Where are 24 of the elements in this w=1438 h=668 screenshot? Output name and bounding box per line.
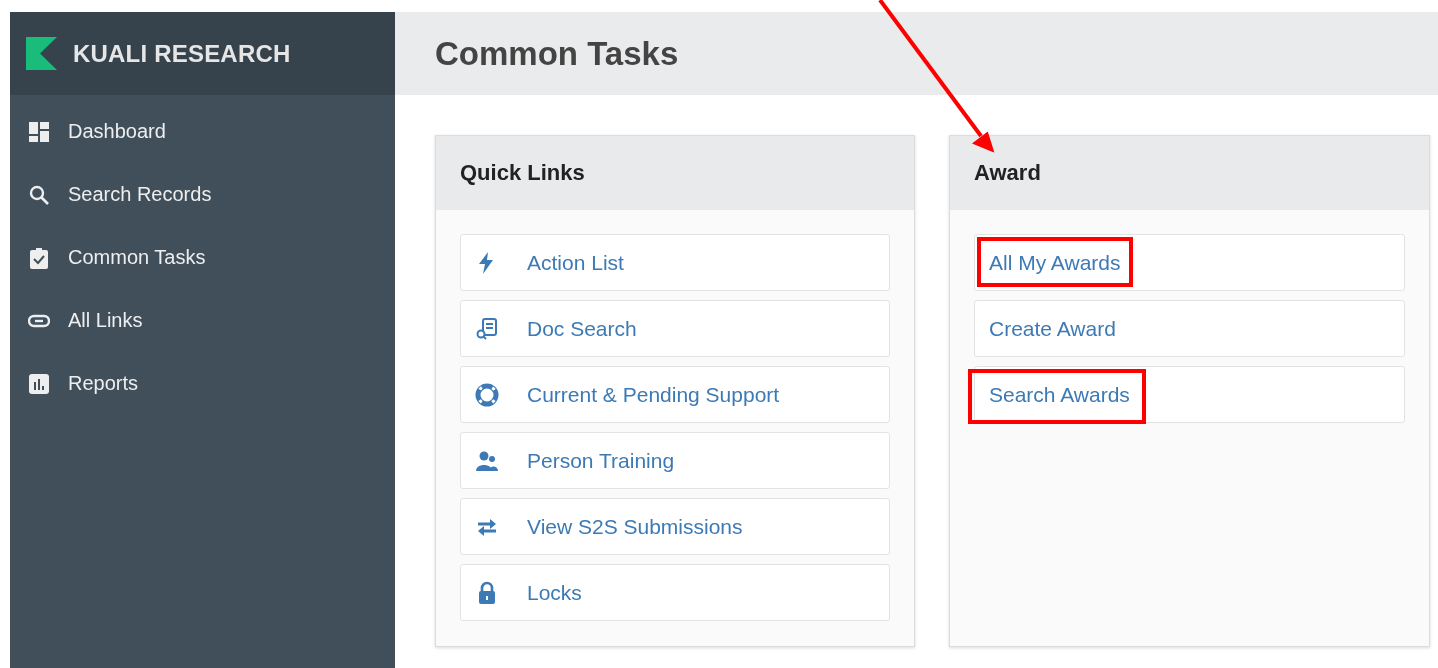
lifebuoy-icon	[475, 382, 499, 407]
quick-link[interactable]: Doc Search	[460, 300, 890, 357]
quick-link[interactable]: Locks	[460, 564, 890, 621]
quick-link[interactable]: Action List	[460, 234, 890, 291]
chart-icon	[28, 372, 50, 395]
clipboard-check-icon	[28, 246, 50, 269]
card-title: Award	[974, 160, 1041, 186]
award-link[interactable]: Create Award	[974, 300, 1405, 357]
sidebar-item[interactable]: Reports	[10, 352, 395, 415]
sidebar-item[interactable]: Search Records	[10, 163, 395, 226]
quick-link[interactable]: Current & Pending Support	[460, 366, 890, 423]
quick-link[interactable]: Person Training	[460, 432, 890, 489]
card-title: Quick Links	[460, 160, 585, 186]
dashboard-icon	[28, 120, 50, 143]
page-title: Common Tasks	[435, 34, 679, 73]
brand-name: KUALI RESEARCH	[73, 39, 291, 68]
award-link[interactable]: All My Awards	[974, 234, 1405, 291]
sidebar-item[interactable]: Dashboard	[10, 100, 395, 163]
logo-icon	[26, 37, 57, 70]
sidebar-item[interactable]: All Links	[10, 289, 395, 352]
quick-link[interactable]: View S2S Submissions	[460, 498, 890, 555]
document-search-icon	[475, 316, 499, 341]
sidebar-item[interactable]: Common Tasks	[10, 226, 395, 289]
search-icon	[28, 183, 50, 206]
